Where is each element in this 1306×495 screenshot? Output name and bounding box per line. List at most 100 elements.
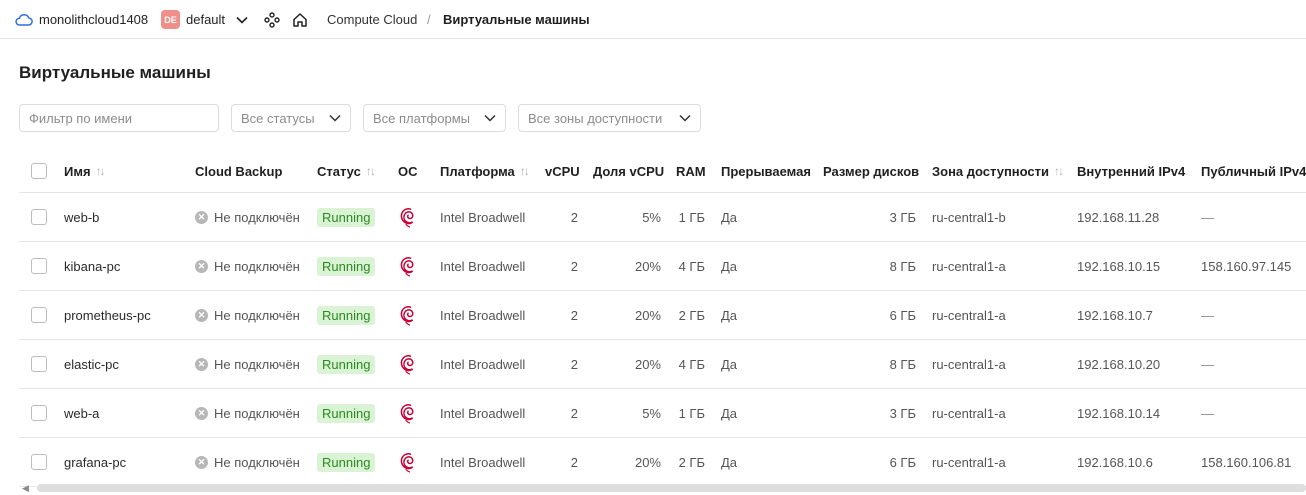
scroll-left-arrow[interactable]: ◀ (22, 483, 29, 494)
column-status[interactable]: Статус ↑↓ (317, 150, 376, 192)
vcpu-share: 5% (642, 405, 661, 421)
vcpu-share: 20% (634, 258, 661, 274)
debian-icon (398, 291, 418, 339)
platform-select[interactable]: Все платформы (363, 104, 506, 132)
status-cell: Running (317, 340, 376, 388)
vcpu-share: 20% (634, 307, 661, 323)
platform: Intel Broadwell (440, 258, 526, 274)
vm-name[interactable]: grafana-pc (64, 438, 126, 486)
status-cell: Running (317, 242, 376, 290)
availability-zone: ru-central1-a (932, 454, 1006, 470)
backup-cell: ✕ Не подключён (195, 340, 300, 388)
vcpu-share: 5% (642, 209, 661, 225)
x-circle-icon: ✕ (195, 210, 208, 224)
chevron-down-icon (329, 114, 341, 122)
table-row[interactable]: web-b ✕ Не подключён Running Intel Broadwell… (19, 193, 1306, 242)
disk-size: 8 ГБ (889, 356, 916, 372)
table-row[interactable]: elastic-pc ✕ Не подключён Running Intel Broa… (19, 340, 1306, 389)
vm-name[interactable]: kibana-pc (64, 242, 120, 290)
x-circle-icon: ✕ (195, 406, 208, 420)
column-name[interactable]: Имя ↑↓ (64, 150, 106, 192)
cloud-icon[interactable] (14, 0, 34, 39)
row-checkbox[interactable] (31, 454, 47, 470)
select-all-checkbox[interactable] (31, 163, 47, 179)
table-row[interactable]: kibana-pc ✕ Не подключён Running Intel Broad… (19, 242, 1306, 291)
backup-cell: ✕ Не подключён (195, 242, 300, 290)
disk-size: 6 ГБ (889, 307, 916, 323)
backup-status: Не подключён (214, 356, 300, 372)
platform: Intel Broadwell (440, 454, 526, 470)
breadcrumb-service[interactable]: Compute Cloud (327, 0, 417, 39)
row-checkbox[interactable] (31, 209, 47, 225)
breadcrumb-current: Виртуальные машины (443, 12, 590, 27)
column-ip-internal: Внутренний IPv4 (1077, 163, 1186, 179)
column-disk: Размер дисков (823, 163, 920, 179)
column-status-label: Статус (317, 163, 361, 179)
column-backup: Cloud Backup (195, 163, 283, 179)
backup-status: Не подключён (214, 258, 300, 274)
column-vcpu: vCPU (545, 163, 580, 179)
top-bar: monolithcloud1408 DE default Compute Clo… (0, 0, 1306, 39)
table-body: web-b ✕ Не подключён Running Intel Broadwell… (19, 193, 1306, 487)
backup-cell: ✕ Не подключён (195, 291, 300, 339)
platform-select-value: Все платформы (373, 110, 470, 126)
disk-size: 3 ГБ (889, 405, 916, 421)
status-cell: Running (317, 438, 376, 486)
ram: 1 ГБ (678, 209, 705, 225)
name-filter[interactable] (19, 104, 219, 132)
ram: 2 ГБ (678, 454, 705, 470)
debian-icon (398, 193, 418, 241)
cloud-name[interactable]: monolithcloud1408 (39, 0, 148, 39)
status-badge: Running (317, 403, 376, 423)
zone-select[interactable]: Все зоны доступности (518, 104, 701, 132)
status-cell: Running (317, 291, 376, 339)
name-filter-input[interactable] (29, 110, 209, 126)
table-row[interactable]: prometheus-pc ✕ Не подключён Running Intel B… (19, 291, 1306, 340)
row-select-cell (31, 340, 49, 388)
folder-badge: DE (161, 10, 180, 29)
column-zone[interactable]: Зона доступности ↑↓ (932, 150, 1064, 192)
column-share: Доля vCPU (593, 163, 665, 179)
availability-zone: ru-central1-a (932, 356, 1006, 372)
chevron-down-icon[interactable] (234, 0, 250, 39)
vcpu: 2 (570, 405, 578, 421)
services-icon[interactable] (263, 0, 281, 39)
row-select-cell (31, 389, 49, 437)
preemptible: Да (721, 405, 738, 421)
row-checkbox[interactable] (31, 307, 47, 323)
ip-public: 158.160.106.81 (1201, 454, 1292, 470)
vcpu: 2 (570, 356, 578, 372)
ip-internal: 192.168.10.6 (1077, 454, 1153, 470)
vcpu: 2 (570, 454, 578, 470)
availability-zone: ru-central1-a (932, 405, 1006, 421)
ram: 2 ГБ (678, 307, 705, 323)
vcpu: 2 (570, 258, 578, 274)
vm-name[interactable]: web-b (64, 193, 99, 241)
preemptible: Да (721, 258, 738, 274)
status-badge: Running (317, 207, 376, 227)
table-row[interactable]: web-a ✕ Не подключён Running Intel Broadwell… (19, 389, 1306, 438)
backup-status: Не подключён (214, 307, 300, 323)
status-select[interactable]: Все статусы (231, 104, 351, 132)
row-checkbox[interactable] (31, 258, 47, 274)
vm-table: Имя ↑↓ Cloud Backup Статус ↑↓ ОС Платформа… (19, 150, 1306, 487)
row-checkbox[interactable] (31, 356, 47, 372)
backup-status: Не подключён (214, 405, 300, 421)
platform: Intel Broadwell (440, 209, 526, 225)
status-select-value: Все статусы (241, 110, 315, 126)
vm-name[interactable]: prometheus-pc (64, 291, 151, 339)
backup-cell: ✕ Не подключён (195, 193, 300, 241)
home-icon[interactable] (291, 0, 309, 39)
vm-name[interactable]: web-a (64, 389, 99, 437)
status-cell: Running (317, 389, 376, 437)
backup-status: Не подключён (214, 209, 300, 225)
table-row[interactable]: grafana-pc ✕ Не подключён Running Intel Broa… (19, 438, 1306, 487)
folder-name[interactable]: default (186, 0, 225, 39)
vm-name[interactable]: elastic-pc (64, 340, 119, 388)
x-circle-icon: ✕ (195, 259, 208, 273)
row-checkbox[interactable] (31, 405, 47, 421)
x-circle-icon: ✕ (195, 308, 208, 322)
column-platform[interactable]: Платформа ↑↓ (440, 150, 530, 192)
zone-select-value: Все зоны доступности (528, 110, 663, 126)
horizontal-scrollbar[interactable] (37, 484, 1306, 492)
